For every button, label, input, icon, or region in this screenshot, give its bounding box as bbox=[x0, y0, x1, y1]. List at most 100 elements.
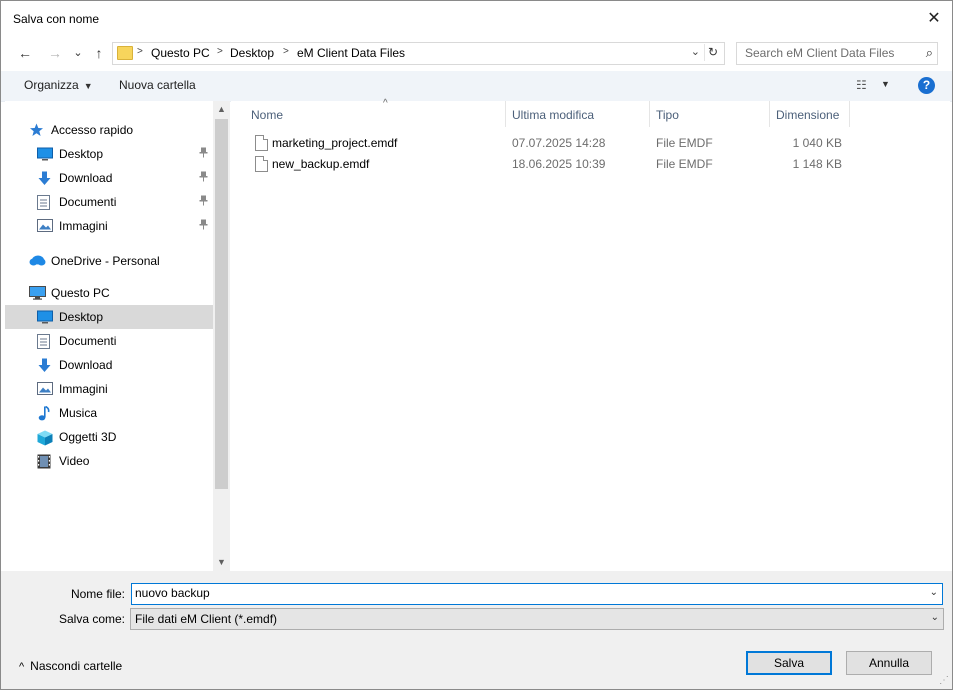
breadcrumb-questo-pc[interactable]: Questo PC bbox=[151, 46, 210, 60]
pin-icon[interactable] bbox=[199, 195, 208, 209]
breadcrumb-separator[interactable]: > bbox=[283, 46, 289, 57]
computer-icon bbox=[29, 286, 46, 300]
file-list: Nome ^ Ultima modifica Tipo Dimensione m… bbox=[231, 98, 950, 571]
cube-icon bbox=[37, 430, 53, 446]
sidebar-item-label: Immagini bbox=[59, 382, 108, 396]
command-bar: Organizza ▼ Nuova cartella ☷ ▼ ? bbox=[1, 71, 952, 102]
sidebar-item[interactable]: Accesso rapido bbox=[5, 118, 213, 142]
hide-folders-button[interactable]: ^ Nascondi cartelle bbox=[19, 659, 122, 673]
chevron-up-icon: ^ bbox=[19, 661, 25, 673]
save-button[interactable]: Salva bbox=[746, 651, 832, 675]
sidebar-item[interactable]: Oggetti 3D bbox=[5, 425, 213, 449]
chevron-down-icon[interactable]: ▼ bbox=[881, 79, 890, 89]
sidebar-item-label: Questo PC bbox=[51, 286, 110, 300]
navigation-scrollbar[interactable]: ▲ ▼ bbox=[213, 101, 230, 571]
back-arrow-icon[interactable]: ← bbox=[16, 43, 34, 63]
sidebar-item[interactable]: Immagini bbox=[5, 214, 213, 238]
breadcrumb-em-client-data-files[interactable]: eM Client Data Files bbox=[297, 46, 405, 60]
cancel-button[interactable]: Annulla bbox=[846, 651, 932, 675]
forward-arrow-icon[interactable]: → bbox=[46, 43, 64, 63]
chevron-down-icon[interactable]: ⌄ bbox=[930, 587, 938, 598]
file-modified: 18.06.2025 10:39 bbox=[512, 157, 606, 171]
save-type-label: Salva come: bbox=[58, 612, 125, 626]
refresh-icon[interactable]: ↻ bbox=[704, 44, 721, 61]
chevron-down-icon: ▼ bbox=[83, 81, 93, 91]
organize-button[interactable]: Organizza ▼ bbox=[24, 78, 93, 92]
search-box[interactable]: Search eM Client Data Files ⌕ bbox=[736, 42, 938, 65]
sidebar-item-label: Accesso rapido bbox=[51, 123, 134, 137]
chevron-down-icon[interactable]: ⌄ bbox=[931, 612, 939, 623]
column-header-type[interactable]: Tipo bbox=[650, 101, 769, 127]
pin-icon[interactable] bbox=[199, 147, 208, 161]
sidebar-item[interactable]: Questo PC bbox=[5, 281, 213, 305]
sidebar-item[interactable]: OneDrive - Personal bbox=[5, 249, 213, 273]
column-header-name[interactable]: Nome ^ bbox=[245, 98, 505, 127]
breadcrumb-separator[interactable]: > bbox=[137, 46, 143, 57]
sidebar-item-label: Download bbox=[59, 358, 113, 372]
sidebar-item[interactable]: Musica bbox=[5, 401, 213, 425]
sidebar-item[interactable]: Download bbox=[5, 353, 213, 377]
scrollbar-thumb[interactable] bbox=[215, 119, 228, 489]
file-type: File EMDF bbox=[656, 157, 713, 171]
cloud-icon bbox=[29, 254, 46, 268]
search-input[interactable]: Search eM Client Data Files bbox=[745, 46, 894, 60]
pictures-icon bbox=[37, 382, 53, 396]
column-divider[interactable] bbox=[849, 101, 850, 127]
save-options-panel: Nome file: ⌄ Salva come: File dati eM Cl… bbox=[1, 571, 952, 689]
filename-label: Nome file: bbox=[70, 587, 125, 601]
organize-label: Organizza bbox=[24, 78, 79, 92]
sidebar-item-label: Oggetti 3D bbox=[59, 430, 117, 444]
view-options-icon[interactable]: ☷ bbox=[856, 78, 867, 92]
desktop-icon bbox=[37, 147, 53, 161]
close-icon[interactable]: ✕ bbox=[922, 7, 946, 31]
new-folder-button[interactable]: Nuova cartella bbox=[119, 78, 196, 92]
scroll-up-icon[interactable]: ▲ bbox=[213, 101, 230, 118]
resize-grip-icon[interactable]: ⋰ bbox=[939, 675, 949, 686]
folder-icon bbox=[117, 46, 133, 60]
sidebar-item-label: Download bbox=[59, 171, 113, 185]
pin-icon[interactable] bbox=[199, 219, 208, 233]
up-arrow-icon[interactable]: ↑ bbox=[90, 43, 108, 63]
address-dropdown-icon[interactable]: ⌄ bbox=[691, 45, 700, 58]
sidebar-item[interactable]: Download bbox=[5, 166, 213, 190]
navigation-pane: Accesso rapido Desktop Download Documenti Im… bbox=[5, 101, 213, 571]
save-type-select[interactable]: File dati eM Client (*.emdf) ⌄ bbox=[130, 608, 944, 630]
search-icon[interactable]: ⌕ bbox=[926, 45, 933, 61]
sidebar-item[interactable]: Documenti bbox=[5, 190, 213, 214]
breadcrumb-separator[interactable]: > bbox=[217, 46, 223, 57]
filename-input[interactable] bbox=[135, 585, 915, 601]
file-size: 1 148 KB bbox=[792, 157, 842, 171]
sidebar-item-label: Desktop bbox=[59, 147, 104, 161]
music-icon bbox=[37, 405, 52, 421]
recent-locations-icon[interactable]: ⌄ bbox=[69, 43, 87, 63]
sidebar-item[interactable]: Desktop bbox=[5, 305, 213, 329]
sidebar-item-label: Immagini bbox=[59, 219, 108, 233]
sidebar-item[interactable]: Immagini bbox=[5, 377, 213, 401]
breadcrumb-desktop[interactable]: Desktop bbox=[230, 46, 274, 60]
pin-icon[interactable] bbox=[199, 171, 208, 185]
sidebar-item[interactable]: Desktop bbox=[5, 142, 213, 166]
column-header-size[interactable]: Dimensione bbox=[770, 101, 849, 127]
column-label: Dimensione bbox=[776, 108, 840, 122]
desktop-icon bbox=[37, 310, 53, 324]
file-name: marketing_project.emdf bbox=[272, 136, 398, 150]
save-type-value: File dati eM Client (*.emdf) bbox=[135, 612, 278, 626]
column-label: Ultima modifica bbox=[512, 108, 595, 122]
scroll-down-icon[interactable]: ▼ bbox=[213, 554, 230, 571]
help-icon[interactable]: ? bbox=[918, 77, 935, 94]
file-row[interactable]: new_backup.emdf 18.06.2025 10:39 File EMDF… bbox=[231, 154, 842, 175]
video-icon bbox=[37, 454, 52, 469]
sidebar-item-label: Musica bbox=[59, 406, 98, 420]
sort-ascending-icon: ^ bbox=[383, 98, 388, 109]
file-size: 1 040 KB bbox=[792, 136, 842, 150]
sidebar-item[interactable]: Video bbox=[5, 449, 213, 473]
title-bar: Salva con nome ✕ bbox=[1, 1, 952, 37]
sidebar-item[interactable]: Documenti bbox=[5, 329, 213, 353]
pictures-icon bbox=[37, 219, 53, 233]
sidebar-item-label: Documenti bbox=[59, 334, 117, 348]
filename-field[interactable]: ⌄ bbox=[131, 583, 943, 605]
file-row[interactable]: marketing_project.emdf 07.07.2025 14:28 Fi… bbox=[231, 133, 842, 154]
address-bar[interactable]: > Questo PC > Desktop > eM Client Data F… bbox=[112, 42, 725, 65]
column-header-modified[interactable]: Ultima modifica bbox=[506, 101, 649, 127]
navigation-bar: ← → ⌄ ↑ > Questo PC > Desktop > eM Clien… bbox=[1, 39, 952, 67]
